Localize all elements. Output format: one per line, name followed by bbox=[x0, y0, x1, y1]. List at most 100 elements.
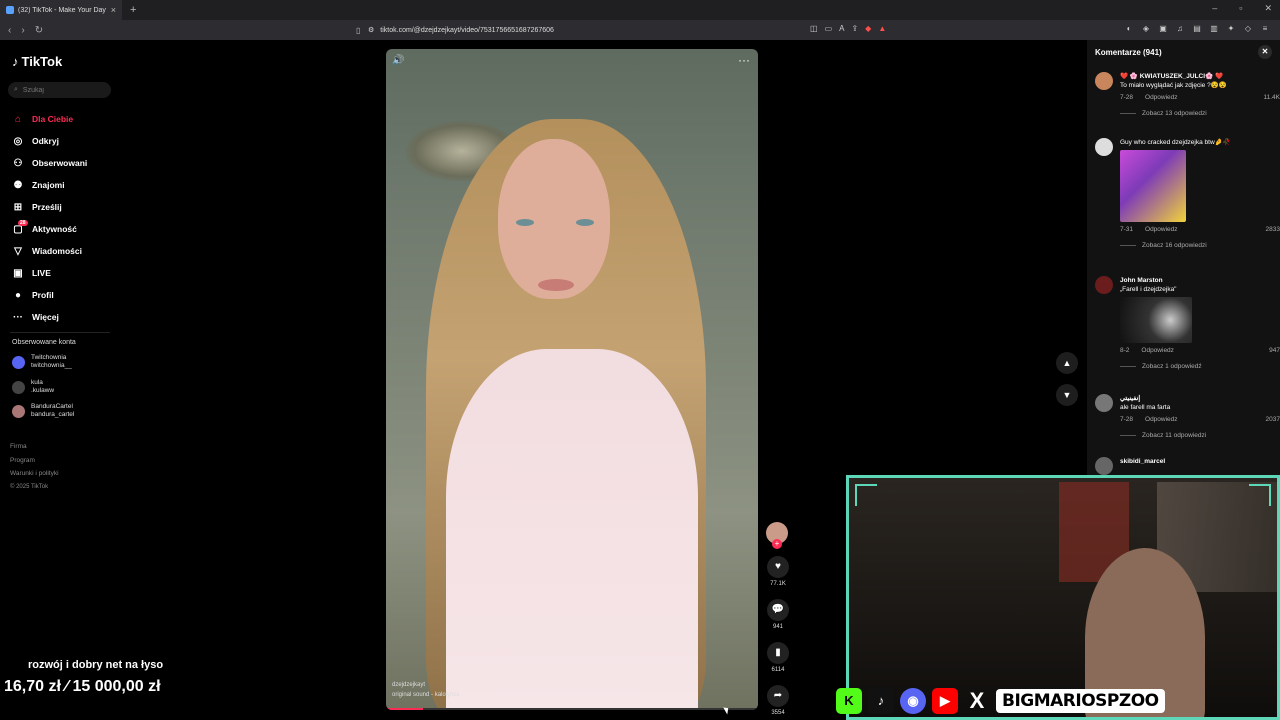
music-icon[interactable]: ♫ bbox=[1175, 24, 1185, 33]
bookmark-icon[interactable]: ▯ bbox=[356, 26, 360, 35]
comment-likes[interactable]: 2037 bbox=[1266, 415, 1280, 424]
avatar bbox=[12, 355, 25, 369]
comment-likes[interactable]: 947 bbox=[1269, 346, 1280, 355]
avatar[interactable] bbox=[1095, 394, 1113, 412]
brave-shield-icon[interactable]: ◆ bbox=[865, 24, 871, 33]
author-avatar[interactable]: + bbox=[766, 522, 788, 549]
comment-image[interactable] bbox=[1120, 297, 1192, 343]
sidebar-item-profile[interactable]: ● Profil bbox=[12, 284, 87, 306]
sidebar-item-more[interactable]: ··· Więcej bbox=[12, 306, 87, 328]
sidebar-item-activity[interactable]: ▢ 28 Aktywność bbox=[12, 218, 87, 240]
footer-link[interactable]: Program bbox=[10, 454, 59, 468]
sidebar-item-live[interactable]: ▣ LIVE bbox=[12, 262, 87, 284]
translate-icon[interactable]: A bbox=[839, 24, 844, 33]
more-options-icon[interactable]: ··· bbox=[738, 53, 750, 67]
share-action[interactable]: ➦ 3554 bbox=[766, 685, 790, 716]
rewards-icon[interactable]: ▲ bbox=[878, 24, 886, 33]
discord-icon: ◉ bbox=[900, 688, 926, 714]
previous-video-icon[interactable]: ▲ bbox=[1056, 352, 1078, 374]
view-replies-button[interactable]: Zobacz 11 odpowiedzi bbox=[1120, 431, 1280, 440]
avatar[interactable] bbox=[1095, 72, 1113, 90]
nav-list: ⌂ Dla Ciebie ◎ Odkryj ⚇ Obserwowani ⚉ Znajom… bbox=[12, 108, 87, 328]
search-box[interactable]: ⌕ bbox=[8, 82, 111, 98]
avatar[interactable] bbox=[1095, 138, 1113, 156]
video-meta: dzejdzejkayt original sound - kalolyrics bbox=[392, 680, 459, 700]
footer-link[interactable]: Firma bbox=[10, 440, 59, 454]
next-video-icon[interactable]: ▼ bbox=[1056, 384, 1078, 406]
comments-panel: Komentarze (941) ✕ ❤️ 🌸 KWIATUSZEK_JULCI… bbox=[1087, 40, 1280, 475]
reply-button[interactable]: Odpowiedz bbox=[1141, 346, 1174, 355]
extension-1-icon[interactable]: ◐ bbox=[1124, 24, 1134, 33]
view-replies-button[interactable]: Zobacz 16 odpowiedzi bbox=[1120, 241, 1280, 250]
tabs-icon[interactable]: ▥ bbox=[1209, 24, 1219, 33]
back-icon[interactable]: ‹ bbox=[8, 25, 11, 36]
sidebar-item-for-you[interactable]: ⌂ Dla Ciebie bbox=[12, 108, 87, 130]
video-frame-subject-torso bbox=[446, 349, 698, 710]
frame-corner bbox=[855, 484, 877, 506]
sidebar-item-explore[interactable]: ◎ Odkryj bbox=[12, 130, 87, 152]
reader-icon[interactable]: ◫ bbox=[810, 24, 818, 33]
heart-icon[interactable]: ♥ bbox=[767, 556, 789, 578]
view-replies-button[interactable]: Zobacz 13 odpowiedzi bbox=[1120, 109, 1280, 118]
footer-link[interactable]: Warunki i polityki bbox=[10, 467, 59, 481]
menu-icon[interactable]: ≡ bbox=[1260, 24, 1270, 33]
avatar[interactable] bbox=[1095, 457, 1113, 475]
maximize-icon[interactable]: ▫ bbox=[1239, 3, 1242, 14]
donation-goal-title: rozwój i dobry net na łyso bbox=[28, 659, 164, 671]
comment-likes[interactable]: 11.4K bbox=[1263, 93, 1280, 102]
reply-button[interactable]: Odpowiedz bbox=[1145, 93, 1178, 102]
save-action[interactable]: ▮ 6114 bbox=[766, 642, 790, 673]
video-sound[interactable]: original sound - kalolyrics bbox=[392, 690, 459, 700]
like-action[interactable]: ♥ 77.1K bbox=[766, 556, 790, 587]
share-icon[interactable]: ⇪ bbox=[851, 24, 858, 33]
sidebar-item-friends[interactable]: ⚉ Znajomi bbox=[12, 174, 87, 196]
extension-3-icon[interactable]: ▣ bbox=[1158, 24, 1168, 33]
reply-button[interactable]: Odpowiedz bbox=[1145, 225, 1178, 234]
video-progress[interactable] bbox=[386, 708, 758, 710]
close-tab-icon[interactable]: × bbox=[111, 5, 116, 15]
avatar[interactable] bbox=[1095, 276, 1113, 294]
forward-icon[interactable]: › bbox=[21, 25, 24, 36]
sidebar-item-upload[interactable]: ⊞ Prześlij bbox=[12, 196, 87, 218]
comment-action[interactable]: 💬 941 bbox=[766, 599, 790, 630]
sidebar-icon[interactable]: ▤ bbox=[1192, 24, 1202, 33]
comment-icon[interactable]: 💬 bbox=[767, 599, 789, 621]
sidebar-item-following[interactable]: ⚇ Obserwowani bbox=[12, 152, 88, 174]
search-input[interactable] bbox=[22, 86, 93, 94]
site-info-icon[interactable]: ⚙ bbox=[368, 26, 374, 34]
video-author[interactable]: dzejdzejkayt bbox=[392, 680, 459, 690]
sidebar: ♪ TikTok ⌕ ⌂Dla Ciebie ◎Odkryj ⚇Obserwow… bbox=[0, 40, 120, 640]
tiktok-note-icon: ♪ bbox=[12, 54, 19, 69]
share-arrow-icon[interactable]: ➦ bbox=[767, 685, 789, 707]
comment-image[interactable] bbox=[1120, 150, 1186, 222]
streamer-handle: BIGMARIOSPZOO bbox=[996, 689, 1165, 713]
sidebar-item-messages[interactable]: ▽ Wiadomości bbox=[12, 240, 87, 262]
comment-likes[interactable]: 2833 bbox=[1266, 225, 1280, 234]
video-player[interactable]: 🔊 ··· dzejdzejkayt original sound - kalo… bbox=[386, 49, 758, 710]
browser-tab[interactable]: (32) TikTok - Make Your Day × bbox=[0, 0, 122, 20]
followed-account[interactable]: kula .kulaww bbox=[12, 379, 54, 395]
volume-icon[interactable]: 🔊 bbox=[392, 55, 404, 66]
minimize-icon[interactable]: – bbox=[1212, 3, 1217, 14]
new-tab-icon[interactable]: + bbox=[130, 4, 136, 16]
close-icon[interactable]: ✕ bbox=[1258, 45, 1272, 59]
extension-2-icon[interactable]: ◈ bbox=[1141, 24, 1151, 33]
followed-account[interactable]: Twitchownia twitchownia__ bbox=[12, 354, 72, 370]
comments-title: Komentarze (941) bbox=[1095, 47, 1162, 57]
frame-corner bbox=[1249, 484, 1271, 506]
reply-button[interactable]: Odpowiedz bbox=[1145, 415, 1178, 424]
compass-icon: ◎ bbox=[13, 135, 23, 147]
live-icon: ▣ bbox=[13, 267, 23, 279]
cast-icon[interactable]: ▭ bbox=[825, 24, 833, 33]
reload-icon[interactable]: ↻ bbox=[35, 25, 43, 36]
followed-account[interactable]: BanduraCartel bandura_cartel bbox=[12, 403, 74, 419]
tiktok-logo[interactable]: ♪ TikTok bbox=[12, 54, 62, 69]
follow-plus-icon[interactable]: + bbox=[772, 539, 782, 549]
bookmark-icon[interactable]: ▮ bbox=[767, 642, 789, 664]
leo-icon[interactable]: ✦ bbox=[1226, 24, 1236, 33]
view-replies-button[interactable]: Zobacz 1 odpowiedź bbox=[1120, 362, 1280, 371]
wallet-icon[interactable]: ◇ bbox=[1243, 24, 1253, 33]
tiktok-icon: ♪ bbox=[868, 688, 894, 714]
close-window-icon[interactable]: ✕ bbox=[1264, 3, 1272, 14]
share-count: 3554 bbox=[771, 710, 785, 716]
